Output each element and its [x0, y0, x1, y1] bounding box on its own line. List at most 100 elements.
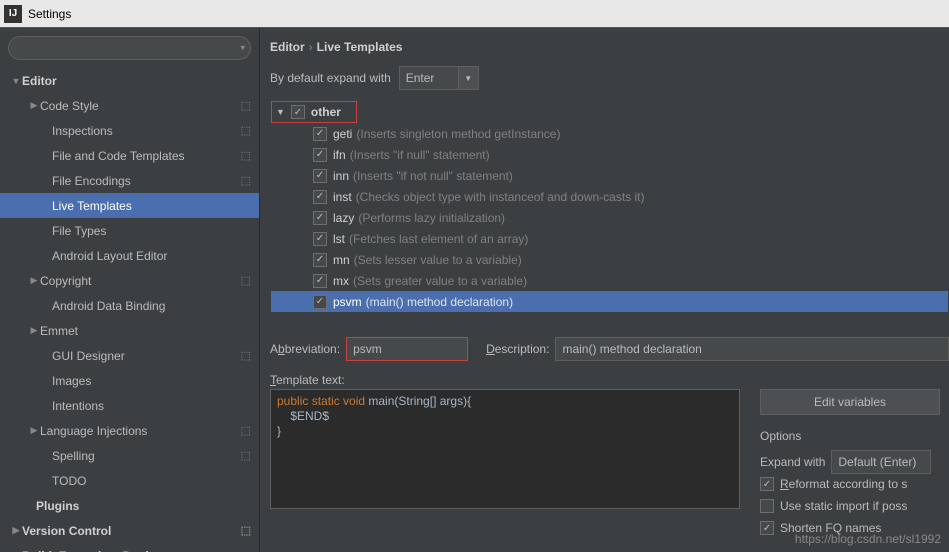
- template-checkbox[interactable]: ✓: [313, 190, 327, 204]
- sidebar-item-label: File Encodings: [52, 174, 131, 188]
- sidebar-item-label: Inspections: [52, 124, 113, 138]
- template-text-label: Template text:: [270, 373, 949, 387]
- group-label: other: [311, 105, 341, 119]
- expand-triangle-icon[interactable]: ▼: [276, 107, 285, 117]
- template-inst[interactable]: ✓ inst (Checks object type with instanceof…: [271, 186, 948, 207]
- template-mn[interactable]: ✓mn(Sets lesser value to a variable): [271, 249, 948, 270]
- description-label: Description:: [486, 342, 549, 356]
- template-abbr: ifn: [333, 148, 346, 162]
- breadcrumb: Editor›Live Templates: [270, 38, 949, 54]
- template-psvm[interactable]: ✓psvm(main() method declaration): [271, 291, 948, 312]
- template-abbr: lazy: [333, 211, 354, 225]
- abbreviation-input[interactable]: [346, 337, 468, 361]
- watermark: https://blog.csdn.net/sl1992: [795, 532, 941, 546]
- template-group-other[interactable]: ▼ ✓ other: [271, 101, 357, 123]
- sidebar-item-spelling[interactable]: Spelling⬚: [0, 443, 259, 468]
- template-desc: (Inserts singleton method getInstance): [356, 127, 560, 141]
- template-checkbox[interactable]: ✓: [313, 253, 327, 267]
- template-checkbox[interactable]: ✓: [313, 232, 327, 246]
- template-text-editor[interactable]: public static void main(String[] args){ …: [270, 389, 740, 509]
- options-title: Options: [760, 429, 949, 443]
- sidebar-item-version-control[interactable]: ▶Version Control⬚: [0, 518, 259, 543]
- search-dropdown-icon[interactable]: ▾: [240, 43, 245, 54]
- expand-with-combo[interactable]: ▼: [399, 66, 479, 90]
- sidebar-item-label: GUI Designer: [52, 349, 125, 363]
- sidebar-item-gui-designer[interactable]: GUI Designer⬚: [0, 343, 259, 368]
- template-lst[interactable]: ✓ lst (Fetches last element of an array): [271, 228, 948, 249]
- tree-arrow-icon: ▶: [28, 425, 40, 436]
- template-checkbox[interactable]: ✓: [313, 169, 327, 183]
- options-expand-input[interactable]: [831, 450, 931, 474]
- template-checkbox[interactable]: ✓: [313, 127, 327, 141]
- sidebar-item-copyright[interactable]: ▶Copyright⬚: [0, 268, 259, 293]
- sidebar-item-intentions[interactable]: Intentions: [0, 393, 259, 418]
- sidebar-item-label: Live Templates: [52, 199, 132, 213]
- scope-badge-icon: ⬚: [241, 524, 251, 537]
- options-panel: Options Expand with ✓ Reformat according…: [760, 429, 949, 539]
- sidebar-item-label: Build, Execution, Deployment: [22, 549, 191, 552]
- template-checkbox[interactable]: ✓: [313, 148, 327, 162]
- sidebar-item-label: Emmet: [40, 324, 78, 338]
- template-ifn[interactable]: ✓ ifn (Inserts "if null" statement): [271, 144, 948, 165]
- group-checkbox[interactable]: ✓: [291, 105, 305, 119]
- template-abbr: inst: [333, 190, 352, 204]
- sidebar-item-build-execution-deployment[interactable]: ▶Build, Execution, Deployment: [0, 543, 259, 552]
- template-abbr: lst: [333, 232, 345, 246]
- template-abbr: mx: [333, 274, 349, 288]
- template-checkbox[interactable]: ✓: [313, 295, 327, 309]
- expand-with-input[interactable]: [399, 66, 459, 90]
- template-desc: (Sets greater value to a variable): [353, 274, 527, 288]
- static-import-checkbox[interactable]: [760, 499, 774, 513]
- content: 🔍 ▾ ▼Editor▶Code Style⬚Inspections⬚File …: [0, 28, 949, 552]
- sidebar-item-language-injections[interactable]: ▶Language Injections ⬚: [0, 418, 259, 443]
- template-desc: (Fetches last element of an array): [349, 232, 528, 246]
- template-inn[interactable]: ✓ inn (Inserts "if not null" statement): [271, 165, 948, 186]
- chevron-down-icon[interactable]: ▼: [459, 66, 479, 90]
- search-input[interactable]: [8, 36, 251, 60]
- sidebar-item-label: Plugins: [36, 499, 79, 513]
- sidebar-item-label: Copyright: [40, 274, 91, 288]
- sidebar-item-label: Language Injections: [40, 424, 147, 438]
- sidebar-item-label: TODO: [52, 474, 86, 488]
- tree-arrow-icon: ▼: [10, 76, 22, 86]
- tree-arrow-icon: ▶: [28, 325, 40, 336]
- template-desc: (Checks object type with instanceof and …: [356, 190, 645, 204]
- options-expand-combo[interactable]: [831, 450, 931, 474]
- main-panel: Editor›Live Templates By default expand …: [260, 28, 949, 552]
- sidebar-item-file-and-code-templates[interactable]: File and Code Templates⬚: [0, 143, 259, 168]
- sidebar-item-label: Editor: [22, 74, 57, 88]
- sidebar-item-inspections[interactable]: Inspections ⬚: [0, 118, 259, 143]
- sidebar-item-live-templates[interactable]: Live Templates: [0, 193, 259, 218]
- template-geti[interactable]: ✓geti(Inserts singleton method getInstan…: [271, 123, 948, 144]
- shorten-fq-checkbox[interactable]: ✓: [760, 521, 774, 535]
- template-checkbox[interactable]: ✓: [313, 211, 327, 225]
- sidebar-item-images[interactable]: Images: [0, 368, 259, 393]
- sidebar-item-editor[interactable]: ▼Editor: [0, 68, 259, 93]
- settings-sidebar: 🔍 ▾ ▼Editor▶Code Style⬚Inspections⬚File …: [0, 28, 260, 552]
- sidebar-item-file-types[interactable]: File Types: [0, 218, 259, 243]
- template-mx[interactable]: ✓ mx (Sets greater value to a variable): [271, 270, 948, 291]
- scope-badge-icon: ⬚: [241, 424, 251, 437]
- template-desc: (Inserts "if null" statement): [350, 148, 490, 162]
- template-desc: (Inserts "if not null" statement): [353, 169, 513, 183]
- template-abbr: psvm: [333, 295, 362, 309]
- description-input[interactable]: [555, 337, 949, 361]
- sidebar-item-android-data-binding[interactable]: Android Data Binding: [0, 293, 259, 318]
- sidebar-item-label: Intentions: [52, 399, 104, 413]
- sidebar-item-file-encodings[interactable]: File Encodings⬚: [0, 168, 259, 193]
- edit-variables-button[interactable]: Edit variables: [760, 389, 940, 415]
- template-abbr: inn: [333, 169, 349, 183]
- scope-badge-icon: ⬚: [241, 124, 251, 137]
- reformat-checkbox[interactable]: ✓: [760, 477, 774, 491]
- sidebar-item-emmet[interactable]: ▶Emmet: [0, 318, 259, 343]
- template-checkbox[interactable]: ✓: [313, 274, 327, 288]
- sidebar-item-code-style[interactable]: ▶Code Style⬚: [0, 93, 259, 118]
- options-expand-label: Expand with: [760, 455, 825, 469]
- tree-arrow-icon: ▶: [10, 525, 22, 536]
- sidebar-item-todo[interactable]: TODO: [0, 468, 259, 493]
- template-lazy[interactable]: ✓lazy(Performs lazy initialization): [271, 207, 948, 228]
- sidebar-item-label: Android Data Binding: [52, 299, 165, 313]
- sidebar-item-android-layout-editor[interactable]: Android Layout Editor: [0, 243, 259, 268]
- sidebar-item-label: File and Code Templates: [52, 149, 185, 163]
- sidebar-item-plugins[interactable]: Plugins: [0, 493, 259, 518]
